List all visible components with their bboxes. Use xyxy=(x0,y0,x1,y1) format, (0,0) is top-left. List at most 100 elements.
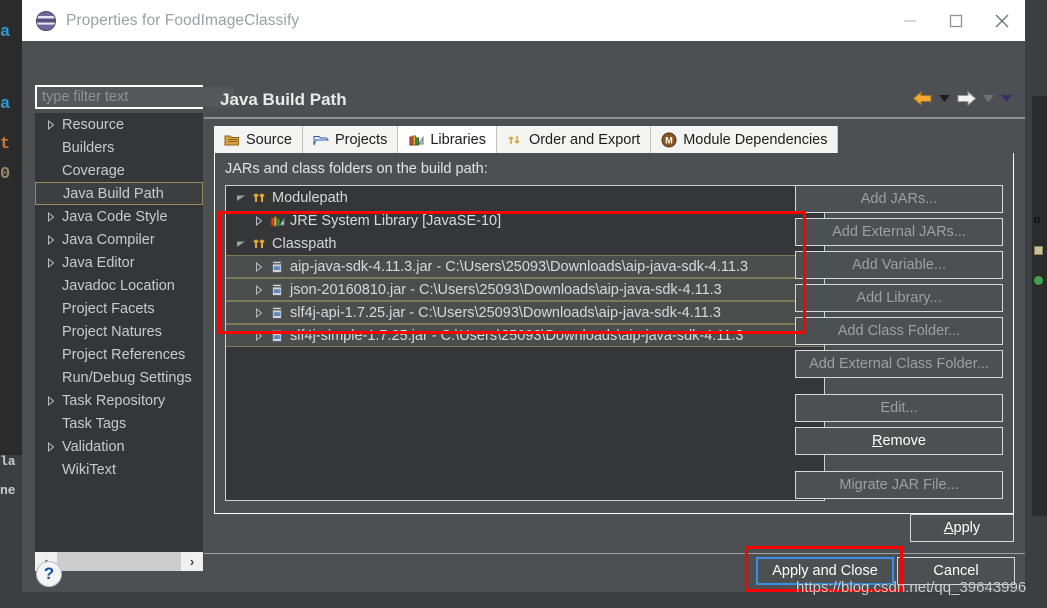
sidebar-item-task-repository[interactable]: Task Repository xyxy=(35,389,203,412)
page-title: Java Build Path xyxy=(220,90,347,109)
sidebar-item-java-build-path[interactable]: Java Build Path xyxy=(35,182,203,205)
svg-text:010: 010 xyxy=(274,312,280,316)
sidebar-item-project-references[interactable]: Project References xyxy=(35,343,203,366)
scrollbar-thumb[interactable] xyxy=(57,552,181,571)
tree-group-row[interactable]: JRE System Library [JavaSE-10] xyxy=(226,209,824,232)
sidebar-item-resource[interactable]: Resource xyxy=(35,113,203,136)
sidebar-item-label: WikiText xyxy=(62,461,116,478)
chevron-down-icon[interactable] xyxy=(232,194,250,202)
settings-tree[interactable]: Resource Builders Coverage Java Build Path J… xyxy=(35,113,203,555)
dialog-body: Resource Builders Coverage Java Build Path J… xyxy=(22,41,1025,592)
sidebar-item-wikitext[interactable]: WikiText xyxy=(35,458,203,481)
order-export-arrows-icon xyxy=(507,132,523,148)
minimize-icon[interactable] xyxy=(887,0,933,41)
help-question-icon[interactable]: ? xyxy=(36,561,62,587)
tab-order-and-export[interactable]: Order and Export xyxy=(496,126,652,153)
scroll-right-icon[interactable]: › xyxy=(181,552,203,571)
build-path-tree[interactable]: Modulepath JRE System Library [JavaSE-10]… xyxy=(225,185,825,501)
add-jars-button: Add JARs... xyxy=(795,185,1003,213)
background-glyph: a xyxy=(0,96,11,113)
tab-libraries[interactable]: Libraries xyxy=(398,126,497,153)
chevron-right-icon[interactable] xyxy=(250,330,268,341)
sidebar-item-task-tags[interactable]: Task Tags xyxy=(35,412,203,435)
tab-projects[interactable]: Projects xyxy=(302,126,399,153)
jar-icon: 010 xyxy=(268,259,286,275)
sidebar-item-label: Task Repository xyxy=(62,392,166,409)
chevron-right-icon[interactable] xyxy=(43,441,59,452)
migrate-jar-file-button: Migrate JAR File... xyxy=(795,471,1003,499)
sidebar-item-coverage[interactable]: Coverage xyxy=(35,159,203,182)
sidebar-item-run-debug-settings[interactable]: Run/Debug Settings xyxy=(35,366,203,389)
sidebar-item-project-facets[interactable]: Project Facets xyxy=(35,297,203,320)
watermark-text: https://blog.csdn.net/qq_39643996 xyxy=(796,579,1027,596)
sidebar-item-label: Coverage xyxy=(62,162,125,179)
jar-icon: 010 xyxy=(268,328,286,344)
tree-group-row[interactable]: Modulepath xyxy=(226,186,824,209)
tab-label: Libraries xyxy=(430,131,486,148)
background-glyph: la xyxy=(0,455,16,468)
chevron-down-icon[interactable] xyxy=(997,85,1015,111)
sidebar-item-label: Javadoc Location xyxy=(62,277,175,294)
title-divider xyxy=(204,117,1025,119)
jar-entry-row[interactable]: 010 slf4j-simple-1.7.25.jar - C:\Users\25… xyxy=(226,324,824,347)
forward-arrow-icon[interactable] xyxy=(953,85,979,111)
chevron-right-icon[interactable] xyxy=(43,211,59,222)
button-mnemonic: R xyxy=(871,433,883,449)
add-external-jars-button: Add External JARs... xyxy=(795,218,1003,246)
add-library-button: Add Library... xyxy=(795,284,1003,312)
sidebar-item-java-compiler[interactable]: Java Compiler xyxy=(35,228,203,251)
source-folder-icon xyxy=(224,132,240,148)
remove-button[interactable]: Remove xyxy=(795,427,1003,455)
chevron-right-icon[interactable] xyxy=(43,234,59,245)
chevron-right-icon[interactable] xyxy=(250,261,268,272)
chevron-right-icon[interactable] xyxy=(43,395,59,406)
sidebar-item-java-code-style[interactable]: Java Code Style xyxy=(35,205,203,228)
svg-text:M: M xyxy=(665,135,673,145)
tab-source[interactable]: Source xyxy=(214,126,303,153)
chevron-down-icon[interactable] xyxy=(935,85,953,111)
chevron-down-icon[interactable] xyxy=(979,85,997,111)
tab-label: Projects xyxy=(334,131,388,148)
button-label-rest: emove xyxy=(882,433,926,449)
background-status-dot-icon xyxy=(1034,276,1043,285)
tab-module-dependencies[interactable]: M Module Dependencies xyxy=(651,126,839,153)
tree-item-label: aip-java-sdk-4.11.3.jar - C:\Users\25093… xyxy=(290,258,749,275)
jar-icon: 010 xyxy=(268,305,286,321)
tree-item-label: JRE System Library [JavaSE-10] xyxy=(290,212,502,229)
dialog-title-bar: Properties for FoodImageClassify xyxy=(22,0,1025,41)
svg-text:010: 010 xyxy=(274,335,280,339)
add-external-class-folder-button: Add External Class Folder... xyxy=(795,350,1003,378)
back-arrow-icon[interactable] xyxy=(909,85,935,111)
chevron-right-icon[interactable] xyxy=(250,284,268,295)
tree-group-row[interactable]: Classpath xyxy=(226,232,824,255)
apply-mnemonic: A xyxy=(943,520,954,536)
chevron-down-icon[interactable] xyxy=(232,240,250,248)
sidebar-item-label: Java Code Style xyxy=(62,208,168,225)
background-glyph: t xyxy=(0,136,11,153)
jar-entry-row[interactable]: 010 aip-java-sdk-4.11.3.jar - C:\Users\25… xyxy=(226,255,824,278)
apply-row: Apply xyxy=(214,514,1014,552)
sidebar-item-label: Run/Debug Settings xyxy=(62,369,192,386)
sidebar-item-label: Java Compiler xyxy=(62,231,155,248)
background-glyph: a xyxy=(0,24,11,41)
background-glyph: 0 xyxy=(0,166,11,183)
sidebar-item-project-natures[interactable]: Project Natures xyxy=(35,320,203,343)
maximize-icon[interactable] xyxy=(933,0,979,41)
background-right-label: u xyxy=(1034,214,1041,226)
chevron-right-icon[interactable] xyxy=(43,257,59,268)
sidebar-item-java-editor[interactable]: Java Editor xyxy=(35,251,203,274)
jar-entry-row[interactable]: 010 json-20160810.jar - C:\Users\25093\Do… xyxy=(226,278,824,301)
chevron-right-icon[interactable] xyxy=(250,307,268,318)
close-icon[interactable] xyxy=(979,0,1025,41)
apply-button-label-rest: pply xyxy=(953,520,981,536)
tree-item-label: Modulepath xyxy=(272,189,348,206)
sidebar-item-validation[interactable]: Validation xyxy=(35,435,203,458)
sidebar-item-builders[interactable]: Builders xyxy=(35,136,203,159)
svg-text:010: 010 xyxy=(274,266,280,270)
chevron-right-icon[interactable] xyxy=(250,215,268,226)
chevron-right-icon[interactable] xyxy=(43,119,59,130)
sidebar-item-javadoc-location[interactable]: Javadoc Location xyxy=(35,274,203,297)
apply-button[interactable]: Apply xyxy=(910,514,1014,542)
tab-label: Module Dependencies xyxy=(683,131,828,148)
jar-entry-row[interactable]: 010 slf4j-api-1.7.25.jar - C:\Users\25093… xyxy=(226,301,824,324)
